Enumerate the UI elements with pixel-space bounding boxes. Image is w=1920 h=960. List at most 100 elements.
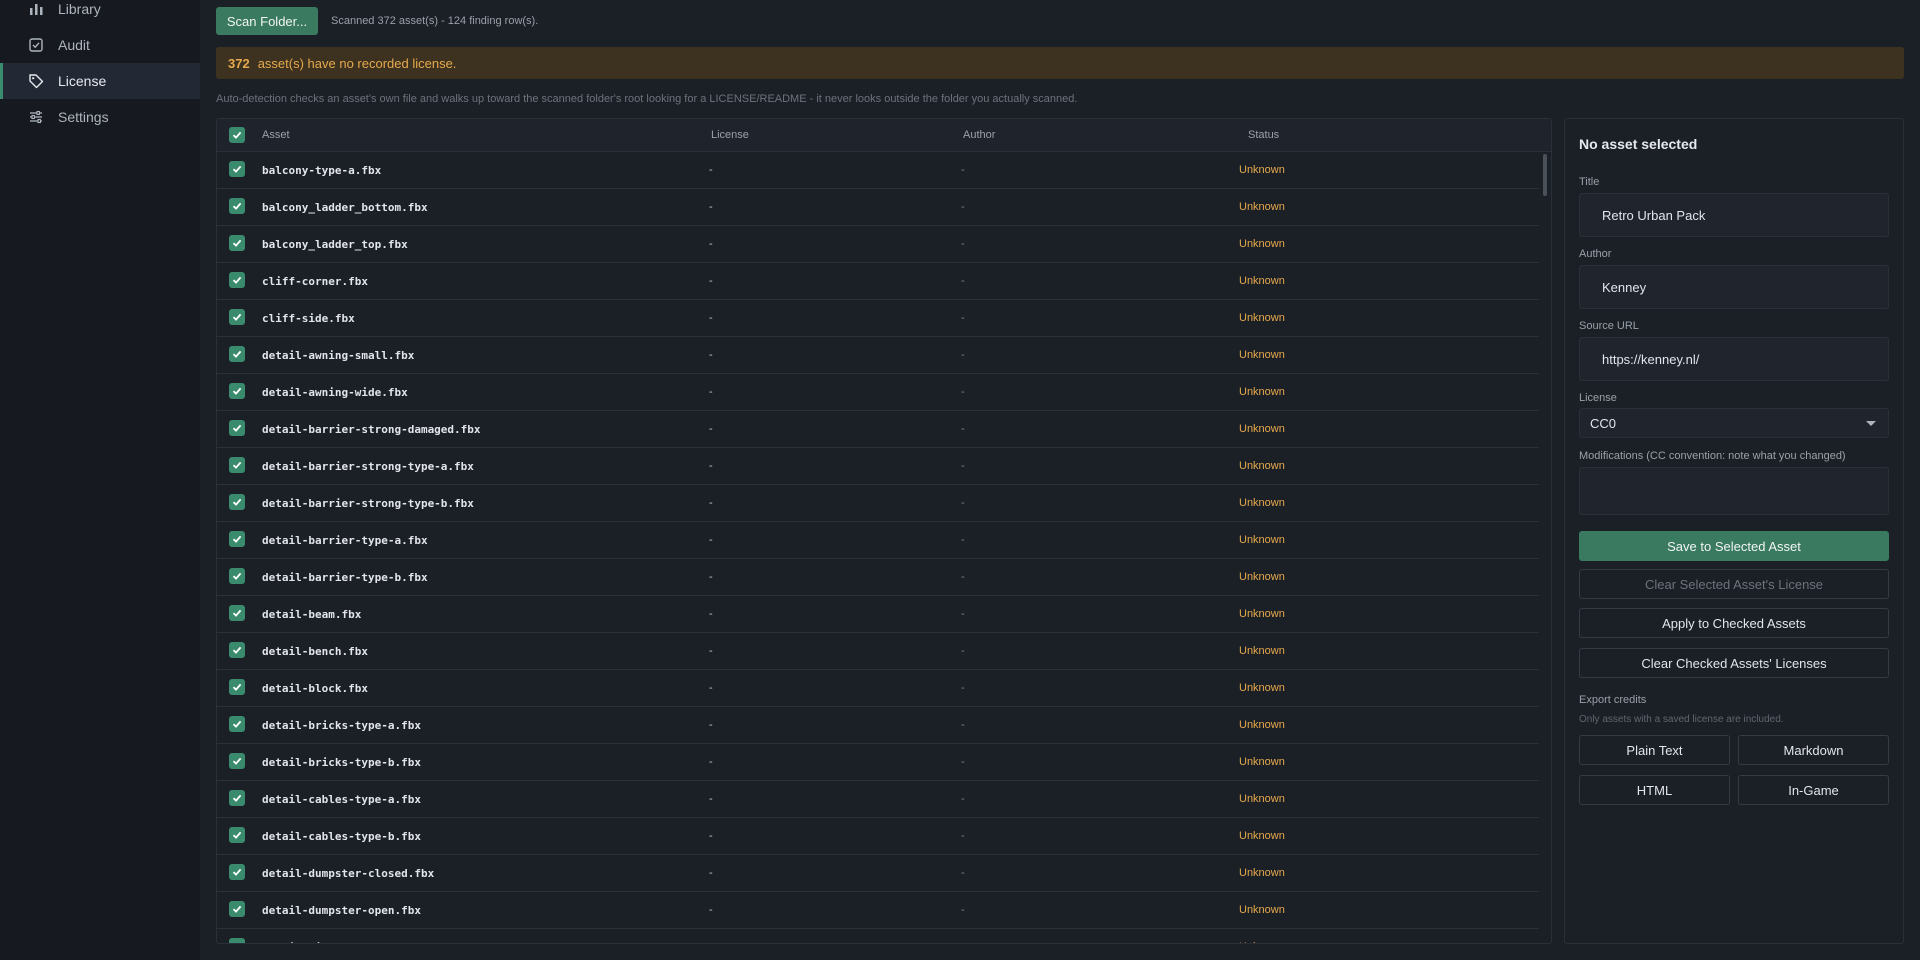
table-row[interactable]: detail-barrier-strong-type-a.fbx - - Unknow… — [217, 448, 1539, 485]
row-checkbox[interactable] — [229, 531, 245, 547]
row-checkbox[interactable] — [229, 901, 245, 917]
table-row[interactable]: detail-bricks-type-b.fbx - - Unknown — [217, 744, 1539, 781]
license-value: - — [709, 386, 713, 398]
column-header-author[interactable]: Author — [963, 129, 995, 141]
row-checkbox[interactable] — [229, 753, 245, 769]
row-checkbox[interactable] — [229, 864, 245, 880]
status-badge: Unknown — [1239, 830, 1285, 842]
table-row[interactable]: detail-bricks-type-a.fbx - - Unknown — [217, 707, 1539, 744]
author-value: - — [961, 941, 965, 943]
scan-folder-button[interactable]: Scan Folder... — [216, 7, 318, 35]
select-all-checkbox[interactable] — [229, 127, 245, 143]
asset-name: detail-bricks-type-a.fbx — [262, 719, 421, 732]
clear-checked-licenses-button[interactable]: Clear Checked Assets' Licenses — [1579, 648, 1889, 678]
asset-name: detail-awning-small.fbx — [262, 349, 415, 362]
author-value: - — [961, 312, 965, 324]
license-select[interactable]: CC0 — [1579, 408, 1889, 438]
table-row[interactable]: balcony_ladder_top.fbx - - Unknown — [217, 226, 1539, 263]
clear-selected-license-button[interactable]: Clear Selected Asset's License — [1579, 569, 1889, 599]
missing-license-banner: 372 asset(s) have no recorded license. — [216, 47, 1904, 79]
row-checkbox[interactable] — [229, 679, 245, 695]
row-checkbox[interactable] — [229, 938, 245, 943]
license-value: - — [709, 497, 713, 509]
author-value: - — [961, 645, 965, 657]
table-row[interactable]: detail-beam.fbx - - Unknown — [217, 596, 1539, 633]
title-input[interactable]: Retro Urban Pack — [1579, 193, 1889, 237]
save-to-selected-button[interactable]: Save to Selected Asset — [1579, 531, 1889, 561]
row-checkbox[interactable] — [229, 272, 245, 288]
table-row[interactable]: detail-cables-type-b.fbx - - Unknown — [217, 818, 1539, 855]
table-row[interactable]: detail-awning-small.fbx - - Unknown — [217, 337, 1539, 374]
column-header-status[interactable]: Status — [1248, 129, 1279, 141]
row-checkbox[interactable] — [229, 642, 245, 658]
author-value: - — [961, 497, 965, 509]
table-row[interactable]: cliff-side.fbx - - Unknown — [217, 300, 1539, 337]
row-checkbox[interactable] — [229, 235, 245, 251]
table-row[interactable]: detail-barrier-strong-damaged.fbx - - Unkno… — [217, 411, 1539, 448]
author-value: - — [961, 460, 965, 472]
table-row[interactable]: cliff-corner.fbx - - Unknown — [217, 263, 1539, 300]
row-checkbox[interactable] — [229, 790, 245, 806]
check-icon — [232, 794, 242, 802]
sidebar-item-license[interactable]: License — [0, 63, 200, 99]
row-checkbox[interactable] — [229, 827, 245, 843]
modifications-textarea[interactable] — [1579, 467, 1889, 515]
status-badge: Unknown — [1239, 904, 1285, 916]
table-row[interactable]: detail-light-double.fbx - - Unknown — [217, 929, 1539, 943]
source-url-input[interactable]: https://kenney.nl/ — [1579, 337, 1889, 381]
table-row[interactable]: detail-dumpster-closed.fbx - - Unknown — [217, 855, 1539, 892]
sidebar-item-audit[interactable]: Audit — [0, 27, 200, 63]
author-input[interactable]: Kenney — [1579, 265, 1889, 309]
row-checkbox[interactable] — [229, 346, 245, 362]
table-row[interactable]: detail-block.fbx - - Unknown — [217, 670, 1539, 707]
table-row[interactable]: detail-barrier-strong-type-b.fbx - - Unknow… — [217, 485, 1539, 522]
column-header-license[interactable]: License — [711, 129, 749, 141]
row-checkbox[interactable] — [229, 383, 245, 399]
check-icon — [232, 868, 242, 876]
export-plain-text-button[interactable]: Plain Text — [1579, 735, 1730, 765]
sidebar-item-library[interactable]: Library — [0, 0, 200, 27]
table-row[interactable]: balcony-type-a.fbx - - Unknown — [217, 152, 1539, 189]
asset-name: cliff-side.fbx — [262, 312, 355, 325]
column-header-asset[interactable]: Asset — [262, 129, 290, 141]
table-row[interactable]: detail-barrier-type-b.fbx - - Unknown — [217, 559, 1539, 596]
asset-name: detail-bench.fbx — [262, 645, 368, 658]
sidebar-item-settings[interactable]: Settings — [0, 99, 200, 135]
status-badge: Unknown — [1239, 312, 1285, 324]
row-checkbox[interactable] — [229, 605, 245, 621]
row-checkbox[interactable] — [229, 420, 245, 436]
author-value: - — [961, 349, 965, 361]
status-badge: Unknown — [1239, 423, 1285, 435]
table-row[interactable]: balcony_ladder_bottom.fbx - - Unknown — [217, 189, 1539, 226]
asset-name: balcony_ladder_bottom.fbx — [262, 201, 428, 214]
missing-license-text: asset(s) have no recorded license. — [257, 55, 457, 71]
row-checkbox[interactable] — [229, 494, 245, 510]
table-row[interactable]: detail-bench.fbx - - Unknown — [217, 633, 1539, 670]
row-checkbox[interactable] — [229, 198, 245, 214]
scrollbar-thumb[interactable] — [1543, 154, 1547, 196]
row-checkbox[interactable] — [229, 716, 245, 732]
license-value: - — [709, 830, 713, 842]
row-checkbox[interactable] — [229, 457, 245, 473]
status-badge: Unknown — [1239, 349, 1285, 361]
row-checkbox[interactable] — [229, 161, 245, 177]
sidebar: Library Audit License Settings — [0, 0, 200, 960]
check-icon — [232, 535, 242, 543]
table-row[interactable]: detail-cables-type-a.fbx - - Unknown — [217, 781, 1539, 818]
table-row[interactable]: detail-awning-wide.fbx - - Unknown — [217, 374, 1539, 411]
row-checkbox[interactable] — [229, 309, 245, 325]
export-in-game-button[interactable]: In-Game — [1738, 775, 1889, 805]
export-html-button[interactable]: HTML — [1579, 775, 1730, 805]
status-badge: Unknown — [1239, 867, 1285, 879]
apply-to-checked-button[interactable]: Apply to Checked Assets — [1579, 608, 1889, 638]
author-value: - — [961, 386, 965, 398]
author-value: - — [961, 904, 965, 916]
table-scrollbar[interactable] — [1541, 152, 1549, 943]
export-markdown-button[interactable]: Markdown — [1738, 735, 1889, 765]
row-checkbox[interactable] — [229, 568, 245, 584]
checkbox-icon — [28, 37, 44, 53]
author-value: - — [961, 238, 965, 250]
table-row[interactable]: detail-barrier-type-a.fbx - - Unknown — [217, 522, 1539, 559]
table-row[interactable]: detail-dumpster-open.fbx - - Unknown — [217, 892, 1539, 929]
sliders-icon — [28, 109, 44, 125]
